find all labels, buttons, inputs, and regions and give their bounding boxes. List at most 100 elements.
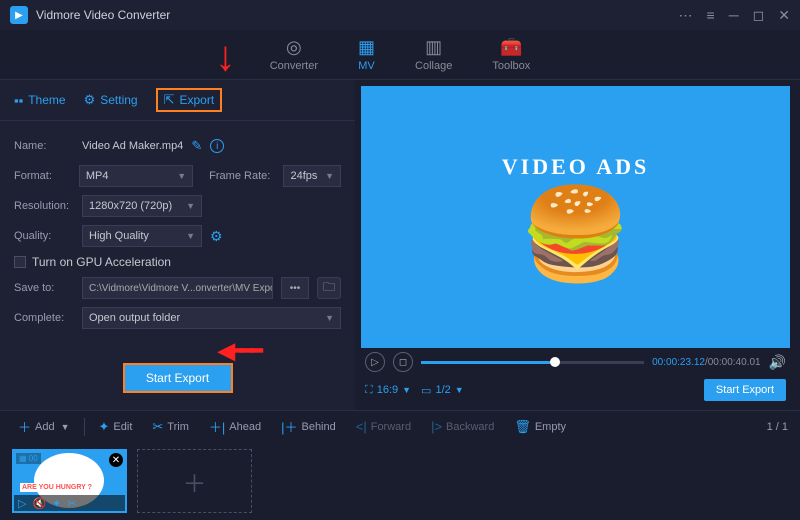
chevron-down-icon: ▼: [177, 171, 186, 181]
chevron-down-icon: ▼: [455, 385, 464, 395]
collage-icon: ▥: [425, 37, 442, 58]
backward-label: Backward: [446, 421, 494, 433]
edit-label: Edit: [113, 421, 132, 433]
nav-converter[interactable]: ◎ Converter: [270, 37, 318, 72]
close-icon[interactable]: ✕: [778, 7, 790, 24]
quality-label: Quality:: [14, 230, 74, 242]
behind-label: Behind: [301, 421, 335, 433]
progress-bar[interactable]: [421, 361, 644, 364]
fraction-value: 1/2: [435, 384, 450, 396]
tab-theme[interactable]: ▪▪ Theme: [14, 88, 66, 112]
tab-theme-label: Theme: [28, 93, 65, 107]
theme-icon: ▪▪: [14, 93, 23, 108]
play-button[interactable]: ▷: [365, 352, 385, 372]
feedback-icon[interactable]: ⋯: [679, 7, 693, 24]
progress-thumb[interactable]: [550, 357, 560, 367]
start-export-small-label: Start Export: [716, 384, 774, 396]
nav-mv[interactable]: ▦ MV: [358, 37, 375, 72]
toolbox-icon: 🧰: [500, 37, 522, 58]
quality-value: High Quality: [89, 230, 149, 242]
gpu-label: Turn on GPU Acceleration: [32, 255, 171, 269]
saveto-path[interactable]: C:\Vidmore\Vidmore V...onverter\MV Expor…: [82, 277, 273, 299]
gpu-checkbox[interactable]: [14, 256, 26, 268]
clip-scissors-icon[interactable]: ✂: [67, 497, 76, 510]
complete-select[interactable]: Open output folder ▼: [82, 307, 341, 329]
quality-gear-icon[interactable]: ⚙: [210, 228, 223, 245]
annotation-arrow-left: ◀━━━: [218, 338, 259, 364]
scissors-icon: ✂: [152, 419, 163, 435]
preview-image: 🍔: [519, 190, 631, 280]
browse-button[interactable]: •••: [281, 277, 309, 299]
trim-button[interactable]: ✂ Trim: [146, 415, 195, 439]
behind-button[interactable]: |＋ Behind: [275, 413, 342, 440]
video-preview: VIDEO ADS 🍔: [361, 86, 790, 348]
nav-toolbox-label: Toolbox: [492, 60, 530, 72]
forward-icon: <|: [356, 419, 367, 434]
edit-name-icon[interactable]: ✎: [191, 138, 202, 154]
framerate-label: Frame Rate:: [209, 170, 275, 182]
menu-icon[interactable]: ≡: [707, 7, 715, 24]
edit-button[interactable]: ✦Edit: [93, 415, 139, 439]
clip-text: ARE YOU HUNGRY ?: [20, 483, 94, 492]
tab-setting-label: Setting: [100, 93, 137, 107]
wand-icon: ✦: [99, 419, 110, 435]
chevron-down-icon: ▼: [325, 171, 334, 181]
trash-icon: 🗑: [514, 419, 531, 435]
clip-star-icon[interactable]: ✦: [52, 497, 61, 510]
fraction-select[interactable]: ▭ 1/2 ▼: [421, 384, 464, 397]
add-clip-button[interactable]: ＋: [137, 449, 252, 513]
add-button[interactable]: ＋Add ▼: [12, 413, 76, 440]
saveto-label: Save to:: [14, 282, 74, 294]
name-label: Name:: [14, 140, 74, 152]
forward-button[interactable]: <| Forward: [350, 415, 417, 438]
chevron-down-icon: ▼: [186, 201, 195, 211]
clip-remove-icon[interactable]: ✕: [109, 453, 123, 467]
aspect-value: 16:9: [377, 384, 398, 396]
chevron-down-icon: ▼: [325, 313, 334, 323]
backward-icon: |>: [431, 419, 442, 434]
backward-button[interactable]: |> Backward: [425, 415, 500, 438]
time-current: 00:00:23.12: [652, 357, 705, 368]
nav-toolbox[interactable]: 🧰 Toolbox: [492, 37, 530, 72]
framerate-select[interactable]: 24fps ▼: [283, 165, 341, 187]
open-folder-icon[interactable]: 🗀: [317, 277, 341, 299]
ahead-label: Ahead: [229, 421, 261, 433]
aspect-select[interactable]: ⛶ 16:9 ▼: [365, 384, 411, 397]
quality-select[interactable]: High Quality ▼: [82, 225, 202, 247]
complete-label: Complete:: [14, 312, 74, 324]
tab-export[interactable]: ⇱ Export: [156, 88, 223, 112]
start-export-button[interactable]: Start Export: [123, 363, 233, 393]
start-export-label: Start Export: [146, 371, 209, 385]
forward-label: Forward: [371, 421, 411, 433]
plus-icon: ＋: [18, 417, 31, 436]
resolution-select[interactable]: 1280x720 (720p) ▼: [82, 195, 202, 217]
minimize-icon[interactable]: ─: [729, 7, 739, 24]
app-title: Vidmore Video Converter: [36, 8, 671, 22]
progress-fill: [421, 361, 550, 364]
empty-button[interactable]: 🗑 Empty: [508, 415, 572, 439]
chevron-down-icon: ▼: [186, 231, 195, 241]
separator: [84, 418, 85, 436]
behind-icon: |＋: [281, 417, 297, 436]
format-select[interactable]: MP4 ▼: [79, 165, 193, 187]
ahead-button[interactable]: ＋| Ahead: [203, 413, 267, 440]
trim-label: Trim: [167, 421, 189, 433]
nav-collage[interactable]: ▥ Collage: [415, 37, 452, 72]
empty-label: Empty: [535, 421, 566, 433]
clip-mute-icon[interactable]: 🔇: [32, 497, 46, 510]
ahead-icon: ＋|: [209, 417, 225, 436]
stop-button[interactable]: ◻: [393, 352, 413, 372]
name-value: Video Ad Maker.mp4: [82, 140, 183, 152]
chevron-down-icon: ▼: [61, 422, 70, 432]
maximize-icon[interactable]: ◻: [753, 7, 765, 24]
start-export-button-small[interactable]: Start Export: [704, 379, 786, 401]
volume-icon[interactable]: 🔊: [769, 354, 786, 371]
setting-icon: ⚙: [84, 92, 96, 108]
format-value: MP4: [86, 170, 109, 182]
clip-play-icon[interactable]: ▷: [18, 497, 26, 510]
tab-setting[interactable]: ⚙ Setting: [84, 88, 138, 112]
converter-icon: ◎: [286, 37, 302, 58]
info-icon[interactable]: i: [210, 139, 224, 153]
time-display: 00:00:23.12/00:00:40.01: [652, 357, 760, 368]
clip-thumbnail[interactable]: ▦ 00 ARE YOU HUNGRY ? ✕ ▷ 🔇 ✦ ✂: [12, 449, 127, 513]
